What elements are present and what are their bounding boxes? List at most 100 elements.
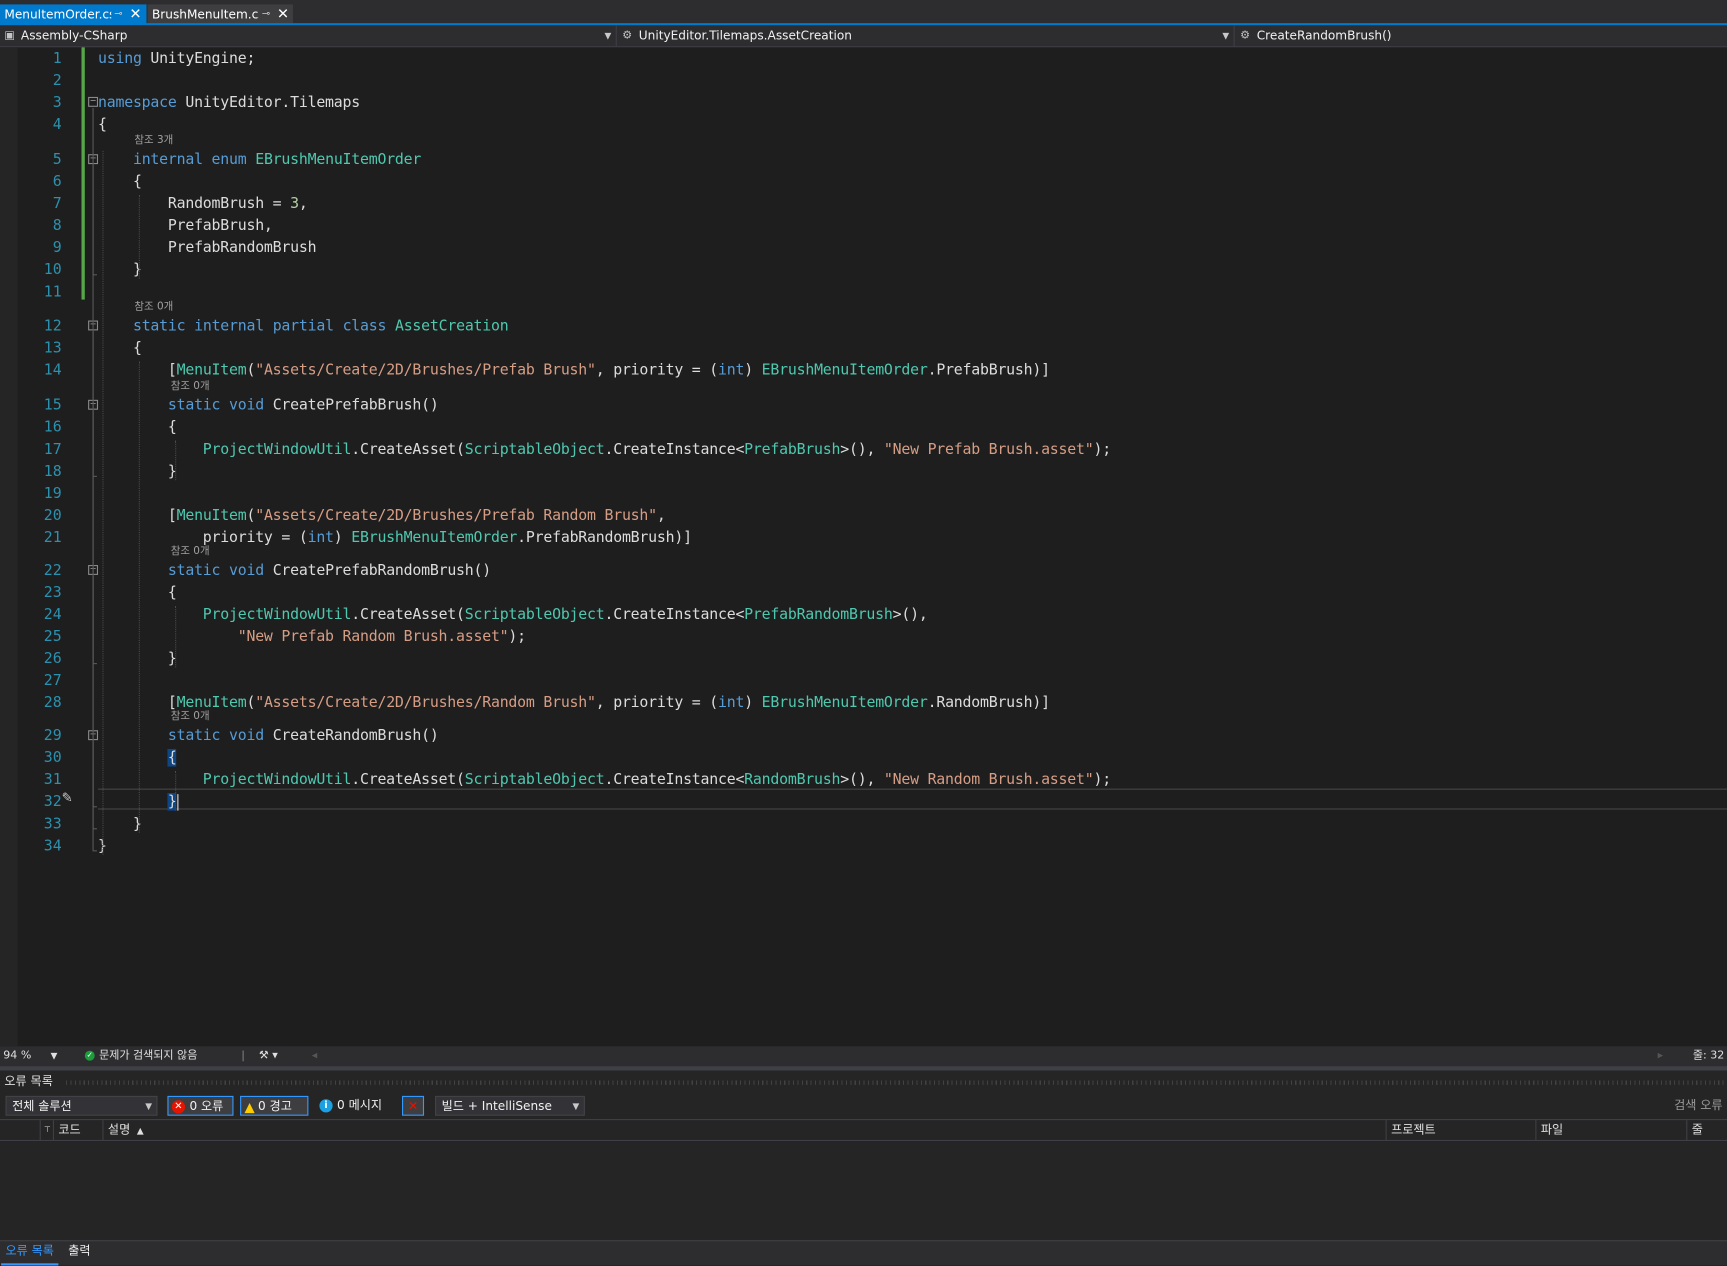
line-number: 9: [52, 239, 62, 257]
code-line[interactable]: 32 }: [0, 791, 1727, 813]
code-text: static void CreatePrefabRandomBrush(): [98, 560, 491, 582]
code-line[interactable]: 25 "New Prefab Random Brush.asset");: [0, 626, 1727, 648]
code-token: "New Prefab Random Brush.asset": [237, 627, 509, 646]
code-token: >(),: [840, 440, 884, 459]
type-dropdown[interactable]: ⚙ UnityEditor.Tilemaps.AssetCreation ▼: [618, 25, 1235, 47]
column-line[interactable]: 줄: [1686, 1120, 1727, 1140]
pin-icon[interactable]: ⊸: [111, 9, 125, 20]
code-token: class: [342, 317, 387, 335]
panel-drag-grip[interactable]: [66, 1080, 1727, 1085]
code-token: .CreateInstance<: [604, 605, 745, 624]
code-line[interactable]: 30 {: [0, 747, 1727, 769]
line-number: 34: [43, 837, 62, 855]
code-line[interactable]: 13 {: [0, 337, 1727, 359]
code-line[interactable]: 12 static internal partial class AssetCr…: [0, 315, 1727, 337]
code-line[interactable]: 33 }: [0, 813, 1727, 835]
column-project[interactable]: 프로젝트: [1385, 1120, 1536, 1140]
sort-icon[interactable]: ⊤: [39, 1120, 53, 1140]
outline-end: [92, 806, 97, 808]
code-line[interactable]: 5 internal enum EBrushMenuItemOrder: [0, 149, 1727, 171]
code-token: UnityEditor.Tilemaps: [176, 93, 360, 112]
chevron-down-icon[interactable]: ▼: [51, 1046, 58, 1066]
info-icon: i: [319, 1099, 333, 1113]
warnings-filter-button[interactable]: ▲ 0 경고: [240, 1095, 309, 1116]
code-line[interactable]: 31 ProjectWindowUtil.CreateAsset(Scripta…: [0, 769, 1727, 791]
indent-guide: [138, 194, 140, 279]
close-icon[interactable]: ✕: [273, 7, 293, 21]
tab-menuitemorder[interactable]: MenuItemOrder.cs ⊸ ✕: [0, 4, 147, 25]
code-line[interactable]: 26 }: [0, 648, 1727, 670]
code-line[interactable]: 15 static void CreatePrefabBrush(): [0, 394, 1727, 416]
code-line[interactable]: 4{: [0, 113, 1727, 135]
errors-filter-button[interactable]: ✕ 0 오류: [167, 1095, 234, 1116]
code-line[interactable]: 29 static void CreateRandomBrush(): [0, 725, 1727, 747]
messages-filter-button[interactable]: i 0 메시지: [317, 1096, 392, 1116]
code-token: {: [167, 748, 177, 767]
issues-indicator[interactable]: ✓ 문제가 검색되지 않음: [84, 1046, 197, 1066]
code-line[interactable]: 20 [MenuItem("Assets/Create/2D/Brushes/P…: [0, 504, 1727, 526]
code-line[interactable]: 18 }: [0, 460, 1727, 482]
sort-ascending-icon: ▲: [136, 1125, 144, 1136]
code-line[interactable]: 1 using UnityEngine;: [0, 47, 1727, 69]
tab-error-list[interactable]: 오류 목록: [1, 1241, 59, 1266]
code-line[interactable]: 21 priority = (int) EBrushMenuItemOrder.…: [0, 526, 1727, 548]
code-text: static internal partial class AssetCreat…: [98, 315, 509, 337]
editor-status-strip: 94 % ▼ ✓ 문제가 검색되지 않음 | ⚒ ▾ ◂ ▸ 줄: 32: [0, 1046, 1727, 1067]
codelens-references[interactable]: 참조 0개: [171, 710, 210, 723]
code-line[interactable]: 16 {: [0, 416, 1727, 438]
code-line[interactable]: 11: [0, 281, 1727, 303]
code-line[interactable]: 34}: [0, 835, 1727, 857]
code-line[interactable]: 19: [0, 482, 1727, 504]
scroll-left-icon[interactable]: ◂: [312, 1046, 318, 1066]
member-dropdown[interactable]: ⚙ CreateRandomBrush(): [1236, 25, 1727, 46]
code-line[interactable]: 27: [0, 670, 1727, 692]
pin-icon[interactable]: ⊸: [259, 9, 273, 20]
code-line[interactable]: 8 PrefabBrush,: [0, 215, 1727, 237]
indent-guide: [175, 605, 177, 668]
column-category[interactable]: [0, 1120, 40, 1140]
code-line[interactable]: 2: [0, 69, 1727, 91]
tab-output[interactable]: 출력: [64, 1241, 95, 1263]
scroll-right-icon[interactable]: ▸: [1658, 1046, 1664, 1066]
code-line[interactable]: 23 {: [0, 582, 1727, 604]
column-description[interactable]: 설명 ▲: [102, 1120, 1385, 1140]
code-line[interactable]: 28 [MenuItem("Assets/Create/2D/Brushes/R…: [0, 692, 1727, 714]
code-line[interactable]: 7 RandomBrush = 3,: [0, 193, 1727, 215]
build-filter-dropdown[interactable]: 빌드 + IntelliSense ▼: [435, 1095, 585, 1116]
code-line[interactable]: 10 }: [0, 259, 1727, 281]
codelens-references[interactable]: 참조 0개: [134, 301, 173, 314]
code-editor[interactable]: 1 using UnityEngine; 2 3 namespace UnityEdit…: [0, 47, 1727, 1047]
codelens-references[interactable]: 참조 3개: [134, 134, 173, 147]
column-file[interactable]: 파일: [1535, 1120, 1686, 1140]
code-line[interactable]: 9 PrefabRandomBrush: [0, 237, 1727, 259]
code-token: partial: [272, 317, 334, 335]
outline-end: [92, 663, 97, 665]
line-number: 28: [43, 693, 62, 712]
code-line[interactable]: 24 ProjectWindowUtil.CreateAsset(Scripta…: [0, 604, 1727, 626]
code-line[interactable]: 3 namespace UnityEditor.Tilemaps: [0, 91, 1727, 113]
scope-dropdown[interactable]: 전체 솔루션 ▼: [5, 1095, 158, 1116]
collapse-icon[interactable]: −: [88, 96, 99, 107]
cleanup-brush-icon[interactable]: ⚒ ▾: [259, 1046, 278, 1066]
codelens-references[interactable]: 참조 0개: [171, 545, 210, 558]
line-number: 26: [43, 649, 62, 668]
tab-brushmenuitem[interactable]: BrushMenuItem.cs ⊸ ✕: [147, 4, 293, 25]
close-icon[interactable]: ✕: [126, 7, 146, 21]
column-code[interactable]: 코드: [52, 1120, 103, 1140]
code-line[interactable]: 17 ProjectWindowUtil.CreateAsset(Scripta…: [0, 438, 1727, 460]
project-dropdown[interactable]: ▣ Assembly-CSharp ▼: [0, 25, 617, 47]
code-token: internal: [194, 317, 264, 335]
code-text: [MenuItem("Assets/Create/2D/Brushes/Pref…: [98, 359, 1050, 381]
error-list-body[interactable]: [0, 1141, 1727, 1241]
code-token: ,: [298, 194, 308, 213]
zoom-level[interactable]: 94 %: [3, 1046, 31, 1066]
code-line[interactable]: 6 {: [0, 171, 1727, 193]
codelens-references[interactable]: 참조 0개: [171, 380, 210, 393]
code-line[interactable]: 22 static void CreatePrefabRandomBrush(): [0, 560, 1727, 582]
clear-filter-icon[interactable]: ✕: [402, 1095, 425, 1116]
code-text: ProjectWindowUtil.CreateAsset(Scriptable…: [98, 604, 928, 626]
code-token: , priority = (: [595, 693, 719, 712]
search-error-list-input[interactable]: 검색 오류: [1674, 1096, 1722, 1116]
code-line[interactable]: 14 [MenuItem("Assets/Create/2D/Brushes/P…: [0, 359, 1727, 381]
